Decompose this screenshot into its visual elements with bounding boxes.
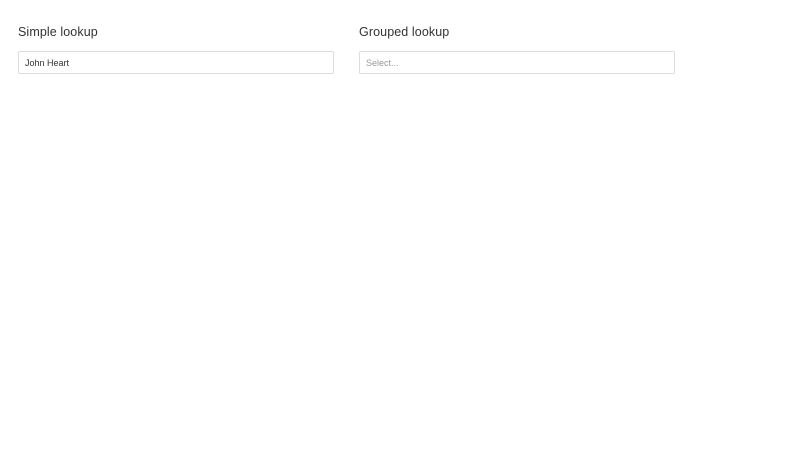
simple-lookup-field[interactable]: John Heart xyxy=(18,51,334,74)
grouped-lookup-field[interactable]: Select... xyxy=(359,51,675,74)
simple-lookup-section: Simple lookup John Heart xyxy=(18,24,334,74)
simple-lookup-value: John Heart xyxy=(25,57,70,68)
grouped-lookup-title: Grouped lookup xyxy=(359,25,450,39)
lookup-demo-page: Simple lookup John Heart Grouped lookup … xyxy=(0,0,800,450)
grouped-lookup-placeholder: Select... xyxy=(366,57,399,68)
grouped-lookup-section: Grouped lookup Select... xyxy=(359,24,675,74)
simple-lookup-title: Simple lookup xyxy=(18,25,98,39)
